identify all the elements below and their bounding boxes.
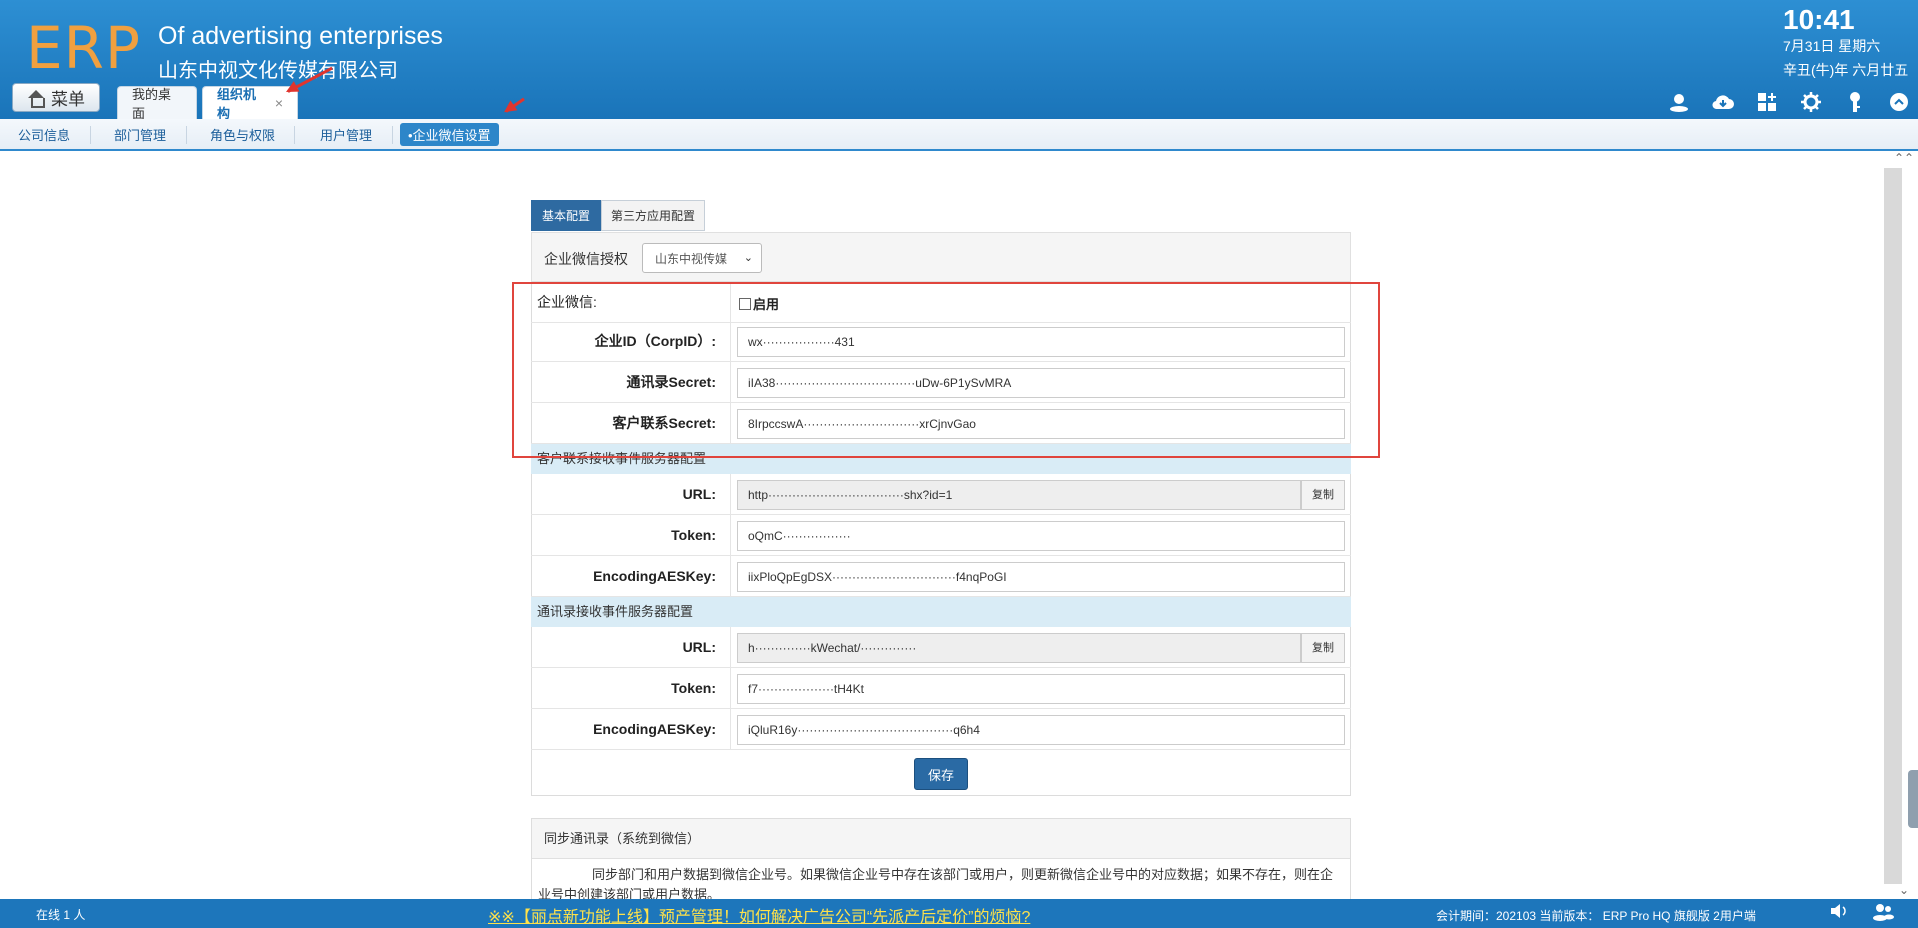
subnav-divider <box>186 126 187 144</box>
customer-aes-row: EncodingAESKey: iixPloQpEgDSX···········… <box>531 556 1351 597</box>
status-bar: 在线 1 人 ※※【丽点新功能上线】预产管理！如何解决广告公司“先派产后定价”的… <box>0 899 1918 928</box>
collapse-icon[interactable] <box>1886 90 1912 114</box>
auth-row: 企业微信授权 山东中视传媒 ⌄ <box>531 232 1351 282</box>
url-label: URL: <box>531 627 731 668</box>
side-drawer-handle[interactable] <box>1908 770 1918 828</box>
version-info: 会计期间：202103 当前版本： ERP Pro HQ 旗舰版 2用户端 <box>1436 909 1756 923</box>
subnav-company-info[interactable]: 公司信息 <box>18 125 70 144</box>
sync-title: 同步通讯录（系统到微信） <box>532 819 1350 859</box>
menu-button-label: 菜单 <box>51 90 85 109</box>
customer-url-row: URL: http·······························… <box>531 474 1351 515</box>
subnav-users[interactable]: 用户管理 <box>320 125 372 144</box>
header-bar: ERP Of advertising enterprises 山东中视文化传媒有… <box>0 0 1918 121</box>
gear-icon[interactable] <box>1798 90 1824 114</box>
customer-token-row: Token: oQmC················· <box>531 515 1351 556</box>
contact-aes-row: EncodingAESKey: iQluR16y················… <box>531 709 1351 750</box>
contact-token-input[interactable]: f7···················tH4Kt <box>737 674 1345 704</box>
contact-aes-input[interactable]: iQluR16y································… <box>737 715 1345 745</box>
user-icon[interactable] <box>1666 90 1692 114</box>
copy-button[interactable]: 复制 <box>1301 480 1345 510</box>
subnav-divider <box>90 126 91 144</box>
clock: 10:41 <box>1783 4 1855 35</box>
sub-navigation: 公司信息 部门管理 角色与权限 用户管理 •企业微信设置 <box>0 119 1918 151</box>
lunar-date: 辛丑(牛)年 六月廿五 <box>1783 62 1909 78</box>
footer-icons <box>1830 903 1894 926</box>
scroll-up-icon[interactable]: ⌃⌃ <box>1890 151 1918 167</box>
tab-organization[interactable]: 组织机构 × <box>202 86 298 121</box>
home-icon <box>27 89 45 108</box>
subnav-divider <box>294 126 295 144</box>
erp-app: ERP Of advertising enterprises 山东中视文化传媒有… <box>0 0 1918 928</box>
erp-logo: ERP <box>26 14 141 82</box>
contact-token-row: Token: f7···················tH4Kt <box>531 668 1351 709</box>
aes-label: EncodingAESKey: <box>531 556 731 597</box>
app-title-en: Of advertising enterprises <box>158 22 443 50</box>
cloud-icon[interactable] <box>1710 90 1736 114</box>
contact-server-section: 通讯录接收事件服务器配置 <box>531 597 1351 627</box>
customer-aes-input[interactable]: iixPloQpEgDSX···························… <box>737 562 1345 592</box>
menu-button[interactable]: 菜单 <box>12 83 100 112</box>
highlight-box <box>512 282 1380 458</box>
date: 7月31日 星期六 <box>1783 38 1881 54</box>
subnav-department[interactable]: 部门管理 <box>114 125 166 144</box>
online-count: 在线 1 人 <box>36 908 86 922</box>
key-icon[interactable] <box>1842 90 1868 114</box>
sync-panel: 同步通讯录（系统到微信） 同步部门和用户数据到微信企业号。如果微信企业号中存在该… <box>531 818 1351 908</box>
tab-desktop[interactable]: 我的桌面 <box>117 86 197 121</box>
auth-select-value: 山东中视传媒 <box>655 251 728 266</box>
auth-label: 企业微信授权 <box>544 251 628 267</box>
token-label: Token: <box>531 668 731 709</box>
grid-add-icon[interactable] <box>1754 90 1780 114</box>
aes-label: EncodingAESKey: <box>531 709 731 750</box>
token-label: Token: <box>531 515 731 556</box>
users-icon[interactable] <box>1872 903 1894 926</box>
save-button[interactable]: 保存 <box>914 758 968 790</box>
scroll-down-icon[interactable]: ⌄ <box>1890 883 1918 899</box>
company-name: 山东中视文化传媒有限公司 <box>158 60 398 82</box>
tab-label: 组织机构 <box>217 87 257 121</box>
speaker-icon[interactable] <box>1830 903 1848 926</box>
url-label: URL: <box>531 474 731 515</box>
copy-button[interactable]: 复制 <box>1301 633 1345 663</box>
notice-link[interactable]: ※※【丽点新功能上线】预产管理！如何解决广告公司“先派产后定价”的烦恼? <box>488 903 1030 927</box>
contact-url-row: URL: h··············kWechat/············… <box>531 627 1351 668</box>
subnav-divider <box>392 126 393 144</box>
tab-basic-config[interactable]: 基本配置 <box>531 200 601 231</box>
tab-third-party-config[interactable]: 第三方应用配置 <box>601 200 705 231</box>
contact-url-input[interactable]: h··············kWechat/·············· <box>737 633 1301 663</box>
subnav-wechat-settings[interactable]: •企业微信设置 <box>400 123 499 146</box>
tab-label: 我的桌面 <box>132 87 172 121</box>
chevron-down-icon: ⌄ <box>743 252 753 264</box>
close-icon[interactable]: × <box>275 95 283 111</box>
customer-url-input[interactable]: http··································sh… <box>737 480 1301 510</box>
subnav-roles[interactable]: 角色与权限 <box>210 125 275 144</box>
customer-token-input[interactable]: oQmC················· <box>737 521 1345 551</box>
toolbar-icons <box>1666 90 1912 114</box>
auth-select[interactable]: 山东中视传媒 ⌄ <box>642 243 762 273</box>
